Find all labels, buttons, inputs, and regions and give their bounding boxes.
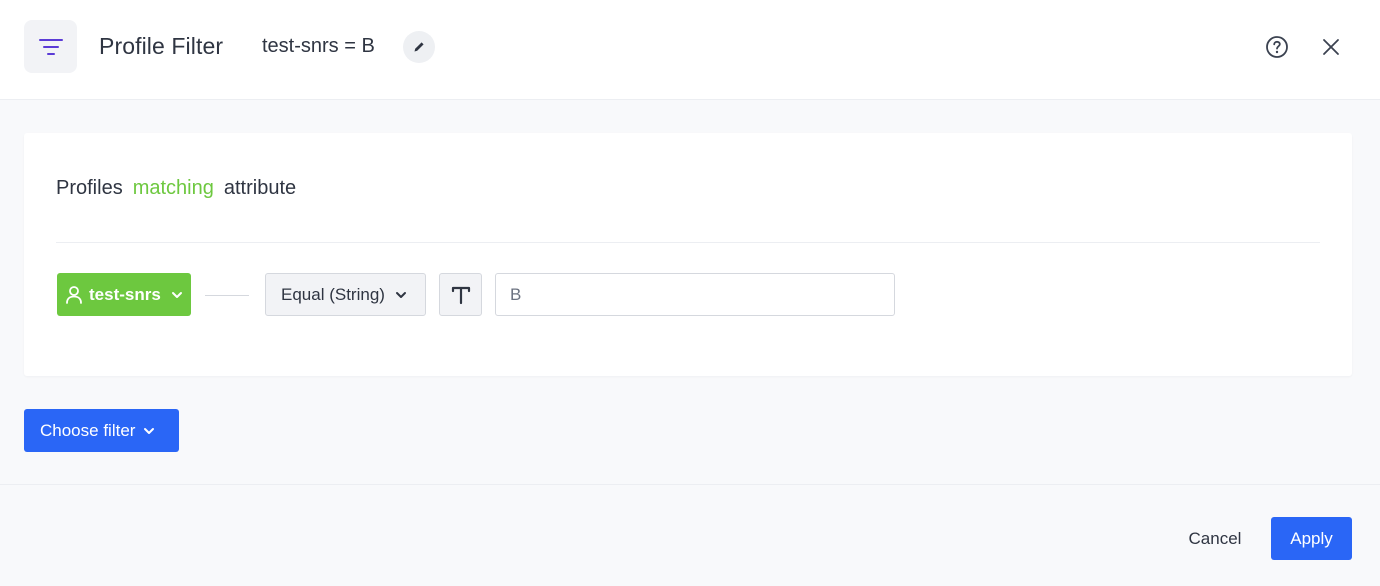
filter-icon [24,20,77,73]
chevron-down-icon [395,291,406,298]
heading-accent: matching [132,177,214,199]
condition-connector [205,295,249,296]
footer-divider [0,484,1380,485]
chevron-down-icon [144,427,155,434]
choose-filter-label: Choose filter [40,420,136,440]
edit-filter-name-button[interactable] [403,31,435,63]
chevron-down-icon [171,291,182,298]
help-button[interactable] [1264,34,1290,60]
card-divider [56,242,1320,243]
modal-header: Profile Filter test-snrs = B [0,0,1380,100]
card-heading: Profiles matching attribute [56,177,296,200]
operator-dropdown[interactable]: Equal (String) [265,273,426,316]
text-type-icon [451,286,470,304]
choose-filter-button[interactable]: Choose filter [24,409,179,452]
filter-name: test-snrs = B [262,35,375,57]
operator-label: Equal (String) [281,284,385,304]
attribute-label: test-snrs [89,284,161,304]
question-circle-icon [1266,36,1288,58]
pencil-icon [414,42,424,52]
apply-button[interactable]: Apply [1271,517,1352,560]
filter-condition-card: Profiles matching attribute test-snrs Eq… [24,133,1352,376]
value-input[interactable] [495,273,895,316]
heading-suffix: attribute [223,177,297,199]
cancel-button[interactable]: Cancel [1172,517,1258,560]
value-type-button[interactable] [439,273,482,316]
heading-prefix: Profiles [56,177,123,199]
close-button[interactable] [1318,34,1344,60]
user-icon [66,285,82,304]
close-icon [1323,39,1339,55]
modal-title: Profile Filter [99,33,224,59]
attribute-dropdown[interactable]: test-snrs [57,273,191,316]
